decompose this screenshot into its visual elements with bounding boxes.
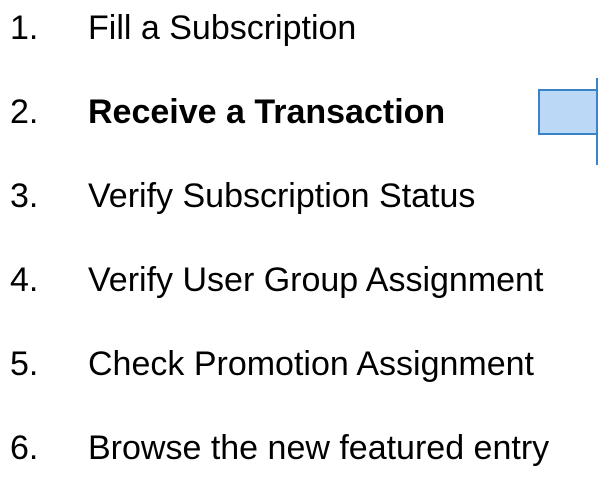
step-number: 5. xyxy=(10,345,39,383)
step-number: 2. xyxy=(10,93,39,131)
current-step-callout-box xyxy=(538,89,598,135)
step-label: Verify Subscription Status xyxy=(88,177,476,215)
step-item-6: 6. Browse the new featured entry xyxy=(0,422,598,474)
step-list: 1. Fill a Subscription 2. Receive a Tran… xyxy=(0,0,598,484)
step-label-current: Receive a Transaction xyxy=(88,93,446,131)
step-number: 3. xyxy=(10,177,39,215)
step-number: 4. xyxy=(10,261,39,299)
step-item-2-current: 2. Receive a Transaction xyxy=(0,86,598,138)
step-number: 1. xyxy=(10,9,39,47)
step-item-5: 5. Check Promotion Assignment xyxy=(0,338,598,390)
step-label: Fill a Subscription xyxy=(88,9,357,47)
step-number: 6. xyxy=(10,429,39,467)
step-label: Browse the new featured entry xyxy=(88,429,550,467)
step-item-1: 1. Fill a Subscription xyxy=(0,2,598,54)
step-item-3: 3. Verify Subscription Status xyxy=(0,170,598,222)
step-label: Verify User Group Assignment xyxy=(88,261,544,299)
step-label: Check Promotion Assignment xyxy=(88,345,534,383)
step-item-4: 4. Verify User Group Assignment xyxy=(0,254,598,306)
